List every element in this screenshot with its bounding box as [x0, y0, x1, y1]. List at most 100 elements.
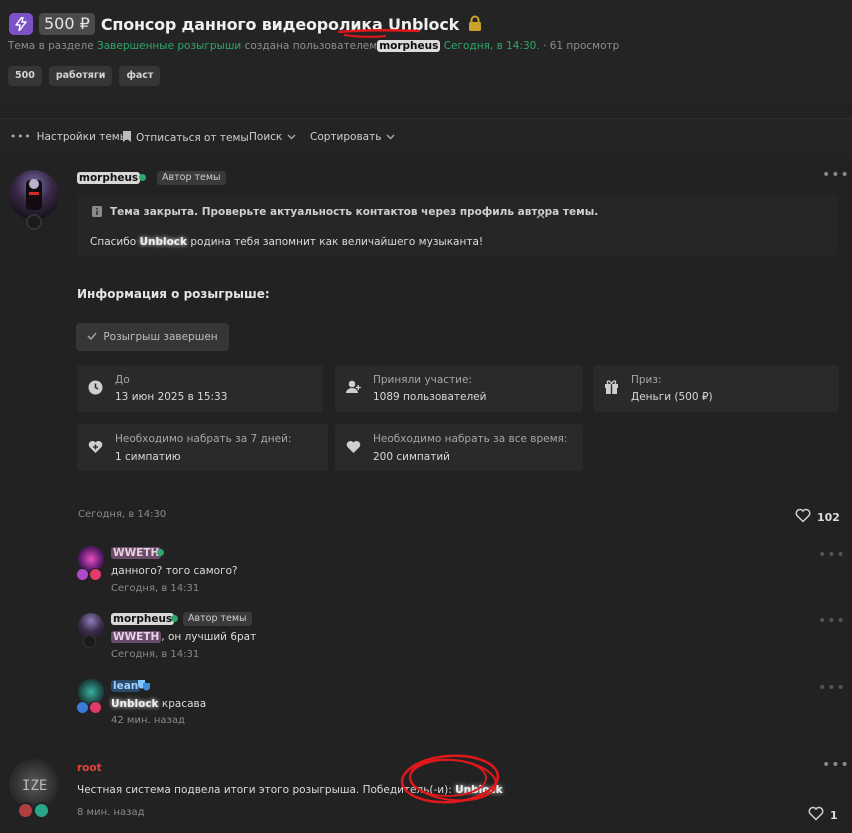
unsubscribe-button[interactable]: Отписаться от темы — [123, 131, 249, 145]
meta-views: · 61 просмотр — [543, 40, 620, 52]
unsubscribe-label: Отписаться от темы — [136, 132, 249, 144]
heart-plus-icon — [88, 440, 103, 457]
red-circle-scribble — [400, 754, 500, 804]
users-icon — [346, 380, 362, 397]
card-label: Приз: — [631, 374, 662, 386]
comment-text-body: красава — [158, 698, 207, 710]
meta-date[interactable]: Сегодня, в 14:30. — [444, 40, 540, 52]
post-body: Честная система подвела итоги этого розы… — [77, 784, 503, 796]
tag[interactable]: 500 — [8, 66, 42, 86]
info-icon — [92, 206, 102, 220]
comment-menu-button[interactable]: ••• — [818, 680, 846, 696]
giveaway-card: Необходимо набрать за 7 дней: 1 симпатию — [77, 424, 328, 471]
giveaway-info-title: Информация о розыгрыше: — [77, 287, 270, 301]
heart-icon — [346, 440, 361, 457]
comment-text: данного? того самого? — [111, 565, 238, 577]
giveaway-card: Приняли участие: 1089 пользователей — [335, 365, 583, 412]
avatar[interactable] — [9, 170, 59, 220]
lock-icon — [468, 15, 482, 34]
like-button[interactable]: 102 — [795, 508, 840, 526]
mention-name[interactable]: Unblock — [111, 698, 159, 710]
masks-icon — [137, 679, 151, 694]
meta-created: создана пользователем — [244, 40, 378, 52]
comment-time[interactable]: Сегодня, в 14:31 — [111, 649, 199, 660]
lightning-icon — [9, 13, 33, 35]
heart-badge-icon — [33, 802, 50, 819]
avatar-badge — [83, 635, 96, 648]
card-label: Необходимо набрать за все время: — [373, 433, 568, 445]
title-text: Спонсор данного видеоролика — [100, 14, 389, 34]
card-value: 13 июн 2025 в 15:33 — [115, 391, 228, 403]
title-winner-name: Unblock — [388, 14, 460, 34]
avatar-badge — [89, 701, 102, 714]
comment-time[interactable]: Сегодня, в 14:31 — [111, 583, 199, 594]
online-indicator — [157, 549, 164, 556]
check-icon — [87, 331, 97, 343]
card-label: Приняли участие: — [373, 374, 473, 386]
giveaway-status-label: Розыгрыш завершен — [103, 331, 218, 343]
clock-icon — [88, 380, 103, 398]
post-author[interactable]: root — [77, 762, 102, 774]
bookmark-icon — [123, 131, 131, 145]
meta-user-link[interactable]: morpheus — [377, 40, 441, 52]
wrench-badge-icon — [17, 802, 34, 819]
meta-prefix: Тема в разделе — [8, 40, 94, 52]
like-count: 102 — [817, 510, 840, 524]
price-badge: 500 ₽ — [39, 13, 95, 35]
avatar-badge — [89, 568, 102, 581]
search-dropdown[interactable]: Поиск — [249, 131, 296, 143]
card-label: До — [115, 374, 130, 386]
chevron-down-icon — [386, 131, 395, 143]
thread-header: 500 ₽ Спонсор данного видеоролика Unbloc… — [0, 0, 852, 103]
like-count: 1 — [830, 808, 838, 822]
comment-menu-button[interactable]: ••• — [818, 547, 846, 563]
author-badge: Автор темы — [157, 171, 226, 185]
tag[interactable]: фаст — [119, 66, 161, 86]
heart-outline-icon — [808, 806, 824, 824]
tag[interactable]: работяги — [48, 66, 113, 86]
comment-menu-button[interactable]: ••• — [818, 613, 846, 629]
winner-name[interactable]: Unblock — [455, 784, 503, 796]
mention-name[interactable]: WWETH — [111, 631, 162, 643]
post-menu-button[interactable]: ••• — [822, 757, 850, 773]
post-date[interactable]: Сегодня, в 14:30 — [78, 509, 166, 520]
comment-author[interactable]: morpheus — [111, 613, 175, 625]
chevron-up-icon[interactable] — [536, 209, 545, 222]
sort-dropdown[interactable]: Сортировать — [310, 131, 395, 143]
post-body: Спасибо Unblock родина тебя запомнит как… — [90, 236, 483, 248]
post-time[interactable]: 8 мин. назад — [77, 807, 145, 818]
thread-toolbar: ••• Настройки темы Отписаться от темы По… — [0, 118, 852, 154]
closed-notice-text: Тема закрыта. Проверьте актуальность кон… — [110, 206, 599, 218]
author-badge: Автор темы — [183, 612, 252, 626]
comment-author[interactable]: WWETH — [111, 547, 162, 559]
thread-settings-button[interactable]: ••• Настройки темы — [10, 131, 128, 143]
more-dots-icon: ••• — [10, 131, 32, 143]
avatar[interactable]: IZE — [9, 759, 59, 809]
page-title: Спонсор данного видеоролика Unblock — [101, 15, 459, 34]
post-body-before: Спасибо — [90, 236, 140, 248]
mention-name[interactable]: Unblock — [139, 236, 187, 248]
heart-outline-icon — [795, 508, 811, 526]
post-body-after: родина тебя запомнит как величайшего муз… — [187, 236, 484, 248]
comment-text: Unblock красава — [111, 698, 206, 710]
comment-time[interactable]: 42 мин. назад — [111, 715, 185, 726]
online-indicator — [171, 615, 178, 622]
thread-settings-label: Настройки темы — [36, 131, 129, 143]
thread-meta: Тема в разделе Завершенные розыгрыши соз… — [8, 40, 619, 52]
section-link[interactable]: Завершенные розыгрыши — [97, 40, 241, 52]
thread-title-row: 500 ₽ Спонсор данного видеоролика Unbloc… — [9, 12, 482, 36]
comment-text: WWETH, он лучший 6рат — [111, 631, 256, 643]
card-value: 200 симпатий — [373, 451, 450, 463]
gift-icon — [604, 379, 619, 397]
chevron-down-icon — [287, 131, 296, 143]
post-menu-button[interactable]: ••• — [822, 167, 850, 183]
post-body-text: Честная система подвела итоги этого розы… — [77, 784, 456, 796]
like-button[interactable]: 1 — [808, 806, 838, 824]
tag-list: 500 работяги фаст — [8, 66, 161, 86]
card-value: 1089 пользователей — [373, 391, 487, 403]
giveaway-status-button[interactable]: Розыгрыш завершен — [76, 323, 229, 351]
sort-label: Сортировать — [310, 131, 382, 143]
comment-author[interactable]: lean — [111, 680, 141, 692]
post-author[interactable]: morpheus — [77, 172, 141, 184]
svg-text:IZE: IZE — [22, 778, 47, 794]
